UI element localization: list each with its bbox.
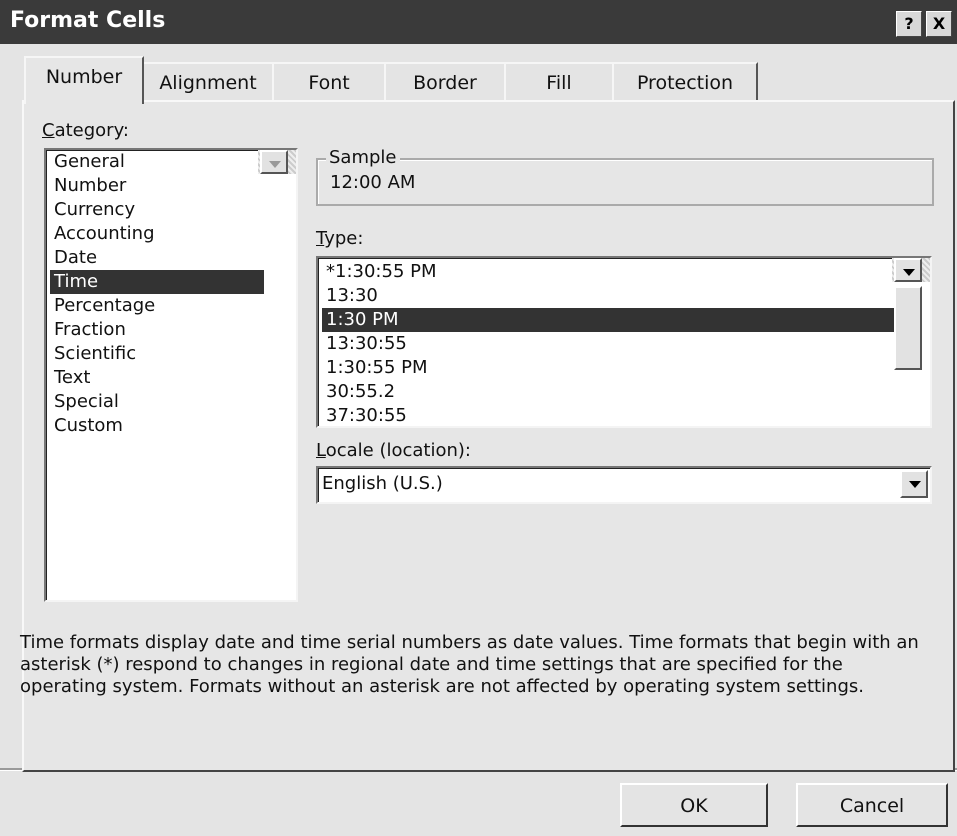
category-item[interactable]: Currency (50, 198, 264, 222)
format-description: Time formats display date and time seria… (20, 632, 919, 697)
category-listbox[interactable]: General Number Currency Accounting Date … (44, 148, 298, 602)
category-item[interactable]: Special (50, 390, 264, 414)
tab-font[interactable]: Font (272, 62, 386, 102)
ok-button[interactable]: OK (620, 783, 768, 827)
format-cells-dialog: Format Cells ? X Number Alignment Font B… (0, 0, 957, 836)
category-item[interactable]: Custom (50, 414, 264, 438)
type-label: Type: (316, 228, 364, 249)
cancel-button[interactable]: Cancel (796, 783, 948, 827)
category-item[interactable]: Number (50, 174, 264, 198)
category-item[interactable]: Date (50, 246, 264, 270)
tab-alignment[interactable]: Alignment (142, 62, 274, 102)
sample-label: Sample (326, 147, 400, 168)
category-item-selected[interactable]: Time (50, 270, 264, 294)
sample-value: 12:00 AM (330, 172, 416, 193)
type-scrollbar[interactable] (892, 258, 930, 370)
dropdown-button[interactable] (900, 470, 928, 498)
category-label: Category: (42, 120, 129, 141)
locale-label: Locale (location): (316, 440, 471, 461)
type-item[interactable]: 13:30 (322, 284, 898, 308)
category-item[interactable]: General (50, 150, 264, 174)
locale-value: English (U.S.) (322, 473, 443, 494)
type-item[interactable]: *1:30:55 PM (322, 260, 898, 284)
type-item[interactable]: 13:30:55 (322, 332, 898, 356)
type-item[interactable]: 1:30:55 PM (322, 356, 898, 380)
close-button[interactable]: X (926, 11, 952, 37)
tab-number[interactable]: Number (24, 56, 144, 104)
category-item[interactable]: Percentage (50, 294, 264, 318)
number-tab-panel: Category: General Number Currency Accoun… (20, 100, 955, 772)
category-item[interactable]: Fraction (50, 318, 264, 342)
chevron-down-icon (909, 481, 921, 488)
category-scrollbar[interactable] (258, 150, 296, 174)
tab-protection[interactable]: Protection (612, 62, 758, 102)
category-item[interactable]: Text (50, 366, 264, 390)
title-bar[interactable]: Format Cells ? X (0, 0, 957, 44)
sample-group: 12:00 AM (316, 158, 934, 206)
type-item[interactable]: 30:55.2 (322, 380, 898, 404)
scroll-down-button[interactable] (260, 150, 288, 174)
locale-select[interactable]: English (U.S.) (316, 466, 932, 504)
category-item[interactable]: Accounting (50, 222, 264, 246)
arrow-down-icon (269, 161, 281, 168)
scroll-down-button[interactable] (894, 258, 922, 282)
help-button[interactable]: ? (896, 11, 922, 37)
dialog-title: Format Cells (10, 8, 166, 33)
type-listbox[interactable]: *1:30:55 PM 13:30 1:30 PM 13:30:55 1:30:… (316, 256, 932, 428)
type-item-selected[interactable]: 1:30 PM (322, 308, 898, 332)
type-item[interactable]: 37:30:55 (322, 404, 898, 428)
scroll-thumb[interactable] (894, 286, 922, 370)
tab-fill[interactable]: Fill (504, 62, 614, 102)
tab-border[interactable]: Border (384, 62, 506, 102)
category-item[interactable]: Scientific (50, 342, 264, 366)
arrow-down-icon (903, 269, 915, 276)
